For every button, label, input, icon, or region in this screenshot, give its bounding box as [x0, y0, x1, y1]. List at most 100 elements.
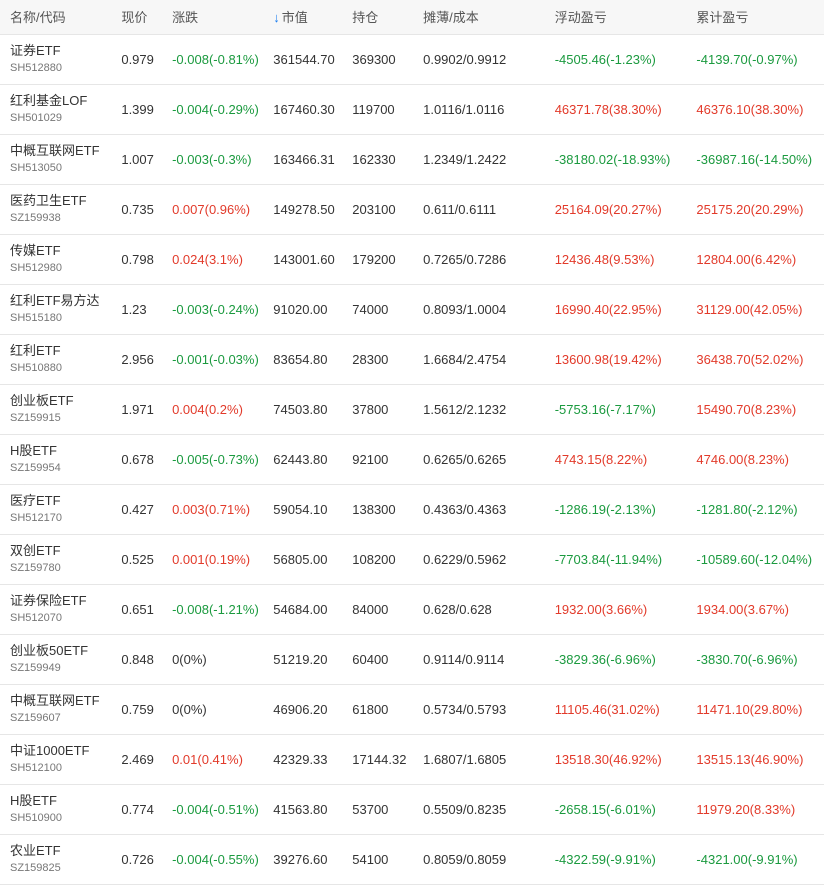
table-row[interactable]: 双创ETF SZ159780 0.525 0.001(0.19%) 56805.00 10… [0, 534, 824, 584]
column-header-price[interactable]: 现价 [111, 0, 172, 34]
fund-cell[interactable]: 红利ETF易方达 SH515180 [0, 284, 111, 334]
table-row[interactable]: 红利基金LOF SH501029 1.399 -0.004(-0.29%) 167460… [0, 84, 824, 134]
fund-code: SH512980 [10, 262, 62, 274]
fund-code: SH512100 [10, 762, 62, 774]
price-cell: 0.848 [121, 651, 154, 667]
fund-cell[interactable]: 红利基金LOF SH501029 [0, 84, 111, 134]
holding-cell: 61800 [352, 701, 389, 717]
fund-name: 医疗ETF [10, 493, 61, 508]
holding-cell: 162330 [352, 151, 396, 167]
change-cell: -0.005(-0.73%) [172, 451, 259, 467]
column-header-total-pl[interactable]: 累计盈亏 [696, 0, 824, 34]
column-header-holding[interactable]: 持仓 [352, 0, 423, 34]
total-pl-cell: 36438.70(52.02%) [696, 351, 804, 367]
fund-cell[interactable]: 双创ETF SZ159780 [0, 534, 111, 584]
column-header-cost[interactable]: 摊薄/成本 [423, 0, 555, 34]
fund-name: H股ETF [10, 443, 57, 458]
fund-code: SH512170 [10, 512, 62, 524]
table-row[interactable]: 证券ETF SH512880 0.979 -0.008(-0.81%) 361544.7… [0, 34, 824, 84]
total-pl-cell: -1281.80(-2.12%) [696, 501, 798, 517]
fund-name: 中证1000ETF [10, 743, 90, 758]
price-cell: 0.759 [121, 701, 154, 717]
cost-cell: 1.6684/2.4754 [423, 351, 507, 367]
change-cell: 0.001(0.19%) [172, 551, 251, 567]
total-pl-cell: -10589.60(-12.04%) [696, 551, 813, 567]
table-row[interactable]: 红利ETF SH510880 2.956 -0.001(-0.03%) 83654.80… [0, 334, 824, 384]
price-cell: 1.23 [121, 301, 147, 317]
change-cell: 0(0%) [172, 701, 207, 717]
cost-cell: 0.5509/0.8235 [423, 801, 507, 817]
table-row[interactable]: H股ETF SH510900 0.774 -0.004(-0.51%) 41563.80… [0, 784, 824, 834]
fund-cell[interactable]: 传媒ETF SH512980 [0, 234, 111, 284]
table-row[interactable]: 证券保险ETF SH512070 0.651 -0.008(-1.21%) 54684.… [0, 584, 824, 634]
market-value-cell: 39276.60 [273, 851, 328, 867]
table-row[interactable]: 红利ETF易方达 SH515180 1.23 -0.003(-0.24%) 91020.… [0, 284, 824, 334]
holding-cell: 74000 [352, 301, 389, 317]
cost-cell: 0.8059/0.8059 [423, 851, 507, 867]
float-pl-cell: 12436.48(9.53%) [554, 251, 655, 267]
price-cell: 2.469 [121, 751, 154, 767]
cost-cell: 0.628/0.628 [423, 601, 492, 617]
fund-name: 证券保险ETF [10, 593, 87, 608]
float-pl-cell: -38180.02(-18.93%) [554, 151, 671, 167]
holding-cell: 54100 [352, 851, 389, 867]
change-cell: 0.003(0.71%) [172, 501, 251, 517]
market-value-cell: 143001.60 [273, 251, 335, 267]
column-header-cost-label: 摊薄/成本 [423, 10, 479, 26]
change-cell: -0.008(-1.21%) [172, 601, 259, 617]
fund-cell[interactable]: 创业板ETF SZ159915 [0, 384, 111, 434]
column-header-float-pl[interactable]: 浮动盈亏 [555, 0, 697, 34]
total-pl-cell: 11471.10(29.80%) [696, 701, 803, 717]
fund-name: 红利ETF易方达 [10, 293, 100, 308]
price-cell: 0.979 [121, 51, 154, 67]
table-row[interactable]: 医药卫生ETF SZ159938 0.735 0.007(0.96%) 149278.5… [0, 184, 824, 234]
fund-cell[interactable]: 中概互联网ETF SZ159607 [0, 684, 111, 734]
column-header-market-value[interactable]: ↓ 市值 [273, 0, 352, 34]
fund-name: 中概互联网ETF [10, 143, 100, 158]
change-cell: 0(0%) [172, 651, 207, 667]
table-row[interactable]: 创业板ETF SZ159915 1.971 0.004(0.2%) 74503.80 37… [0, 384, 824, 434]
holding-cell: 84000 [352, 601, 389, 617]
table-row[interactable]: 农业ETF SZ159825 0.726 -0.004(-0.55%) 39276.60… [0, 834, 824, 884]
fund-cell[interactable]: H股ETF SZ159954 [0, 434, 111, 484]
holding-cell: 17144.32 [352, 751, 407, 767]
market-value-cell: 51219.20 [273, 651, 328, 667]
fund-cell[interactable]: 证券ETF SH512880 [0, 34, 111, 84]
fund-cell[interactable]: 中概互联网ETF SH513050 [0, 134, 111, 184]
float-pl-cell: 46371.78(38.30%) [554, 101, 662, 117]
table-row[interactable]: 中概互联网ETF SH513050 1.007 -0.003(-0.3%) 163466… [0, 134, 824, 184]
market-value-cell: 56805.00 [273, 551, 328, 567]
cost-cell: 0.4363/0.4363 [423, 501, 507, 517]
table-row[interactable]: 中证1000ETF SH512100 2.469 0.01(0.41%) 42329.3… [0, 734, 824, 784]
column-header-name-code[interactable]: 名称/代码 [0, 0, 111, 34]
fund-name: 红利基金LOF [10, 93, 88, 108]
table-row[interactable]: H股ETF SZ159954 0.678 -0.005(-0.73%) 62443.80… [0, 434, 824, 484]
fund-code: SZ159938 [10, 212, 61, 224]
price-cell: 0.651 [121, 601, 154, 617]
float-pl-cell: -3829.36(-6.96%) [554, 651, 656, 667]
change-cell: 0.01(0.41%) [172, 751, 243, 767]
column-header-market-value-label: 市值 [281, 10, 308, 26]
column-header-change[interactable]: 涨跌 [172, 0, 273, 34]
fund-cell[interactable]: 证券保险ETF SH512070 [0, 584, 111, 634]
change-cell: -0.001(-0.03%) [172, 351, 259, 367]
cost-cell: 0.611/0.6111 [423, 201, 497, 217]
cost-cell: 0.7265/0.7286 [423, 251, 507, 267]
fund-cell[interactable]: 创业板50ETF SZ159949 [0, 634, 111, 684]
fund-cell[interactable]: H股ETF SH510900 [0, 784, 111, 834]
table-row[interactable]: 传媒ETF SH512980 0.798 0.024(3.1%) 143001.60 17… [0, 234, 824, 284]
fund-cell[interactable]: 红利ETF SH510880 [0, 334, 111, 384]
fund-cell[interactable]: 中证1000ETF SH512100 [0, 734, 111, 784]
cost-cell: 1.5612/2.1232 [423, 401, 507, 417]
fund-cell[interactable]: 医药卫生ETF SZ159938 [0, 184, 111, 234]
fund-name: 双创ETF [10, 543, 61, 558]
fund-name: H股ETF [10, 793, 57, 808]
table-row[interactable]: 创业板50ETF SZ159949 0.848 0(0%) 51219.20 60400 0… [0, 634, 824, 684]
price-cell: 0.678 [121, 451, 154, 467]
table-row[interactable]: 医疗ETF SH512170 0.427 0.003(0.71%) 59054.10 13… [0, 484, 824, 534]
market-value-cell: 91020.00 [273, 301, 328, 317]
fund-cell[interactable]: 农业ETF SZ159825 [0, 834, 111, 884]
table-row[interactable]: 中概互联网ETF SZ159607 0.759 0(0%) 46906.20 61800 0… [0, 684, 824, 734]
change-cell: -0.003(-0.3%) [172, 151, 252, 167]
fund-cell[interactable]: 医疗ETF SH512170 [0, 484, 111, 534]
